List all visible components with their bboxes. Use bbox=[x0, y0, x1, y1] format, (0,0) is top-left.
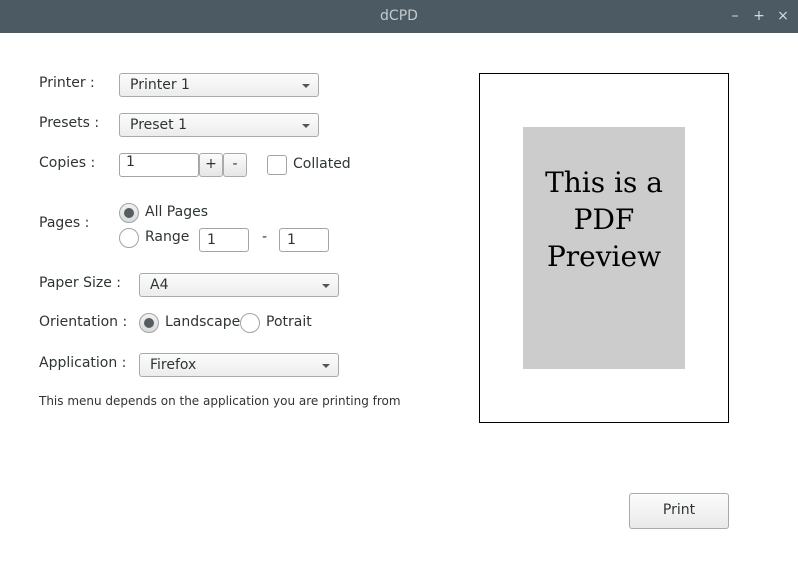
orientation-label: Orientation : bbox=[39, 314, 128, 330]
range-to-input[interactable] bbox=[280, 229, 328, 251]
close-button[interactable]: × bbox=[775, 7, 791, 25]
chevron-down-icon bbox=[322, 364, 330, 368]
presets-value: Preset 1 bbox=[130, 117, 188, 133]
application-dropdown[interactable]: Firefox bbox=[139, 353, 339, 377]
portrait-radio[interactable] bbox=[240, 313, 260, 333]
window-title: dCPD bbox=[380, 8, 418, 24]
chevron-down-icon bbox=[302, 84, 310, 88]
collated-label: Collated bbox=[293, 156, 351, 172]
paper-size-dropdown[interactable]: A4 bbox=[139, 273, 339, 297]
print-button[interactable]: Print bbox=[629, 493, 729, 529]
landscape-radio[interactable] bbox=[139, 313, 159, 333]
portrait-label: Potrait bbox=[266, 314, 312, 330]
paper-size-value: A4 bbox=[150, 277, 169, 293]
range-radio[interactable] bbox=[119, 228, 139, 248]
copies-input[interactable] bbox=[120, 151, 198, 173]
copies-decrement-button[interactable]: - bbox=[223, 153, 247, 177]
presets-dropdown[interactable]: Preset 1 bbox=[119, 113, 319, 137]
collated-checkbox[interactable] bbox=[267, 155, 287, 175]
range-separator: - bbox=[262, 229, 268, 245]
chevron-down-icon bbox=[322, 284, 330, 288]
maximize-button[interactable]: + bbox=[751, 7, 767, 25]
application-value: Firefox bbox=[150, 357, 197, 373]
minimize-button[interactable]: – bbox=[727, 7, 743, 25]
preview-line-1: This is a bbox=[545, 166, 663, 199]
pdf-preview-frame: This is a PDF Preview bbox=[479, 73, 729, 423]
landscape-label: Landscape bbox=[165, 314, 241, 330]
chevron-down-icon bbox=[302, 124, 310, 128]
preview-line-2: PDF bbox=[573, 203, 635, 236]
pages-label: Pages : bbox=[39, 215, 90, 231]
all-pages-radio[interactable] bbox=[119, 203, 139, 223]
pdf-preview-page: This is a PDF Preview bbox=[523, 127, 685, 369]
copies-increment-button[interactable]: + bbox=[199, 153, 223, 177]
copies-label: Copies : bbox=[39, 155, 96, 171]
all-pages-label: All Pages bbox=[145, 204, 208, 220]
range-from-input[interactable] bbox=[200, 229, 248, 251]
range-from-wrap bbox=[199, 228, 249, 252]
printer-label: Printer : bbox=[39, 75, 95, 91]
preview-line-3: Preview bbox=[546, 240, 662, 273]
application-note: This menu depends on the application you… bbox=[39, 394, 401, 408]
range-to-wrap bbox=[279, 228, 329, 252]
printer-value: Printer 1 bbox=[130, 77, 190, 93]
pdf-preview-text: This is a PDF Preview bbox=[523, 164, 685, 275]
presets-label: Presets : bbox=[39, 115, 100, 131]
printer-dropdown[interactable]: Printer 1 bbox=[119, 73, 319, 97]
title-bar: dCPD – + × bbox=[0, 0, 798, 33]
range-label: Range bbox=[145, 229, 190, 245]
paper-size-label: Paper Size : bbox=[39, 275, 122, 291]
copies-input-wrap bbox=[119, 151, 199, 177]
application-label: Application : bbox=[39, 355, 127, 371]
